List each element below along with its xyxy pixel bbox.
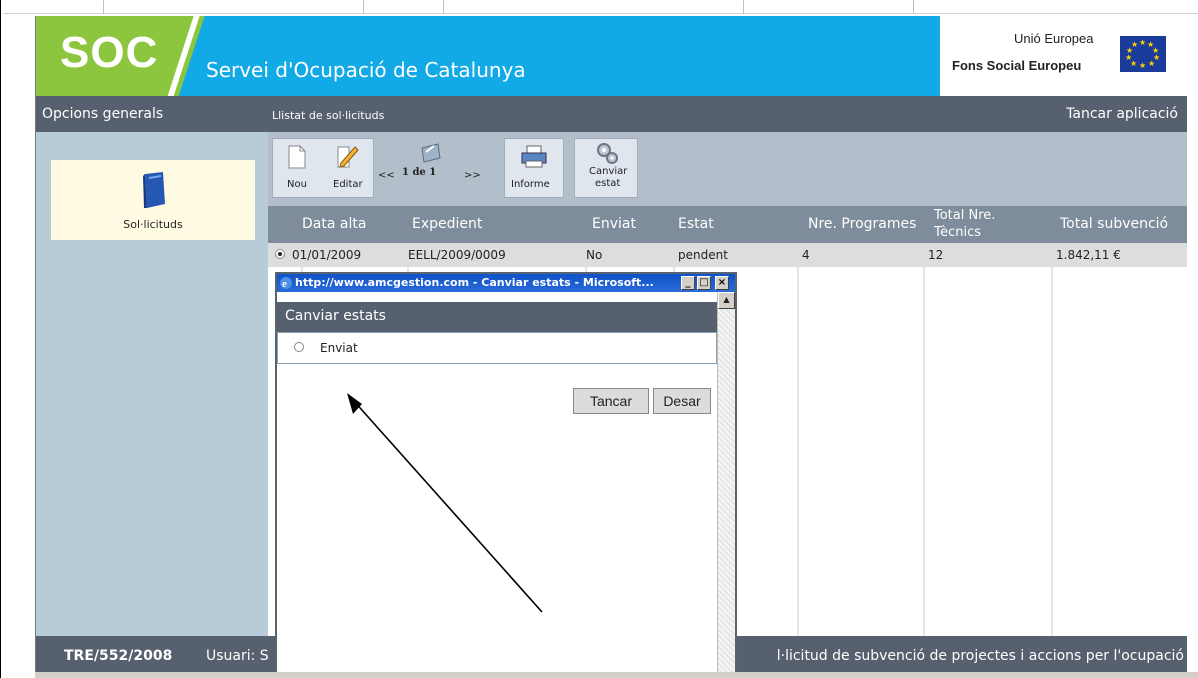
enviat-label: Enviat [320,341,358,355]
popup-heading-bar: Canviar estats [277,302,717,332]
change-state-label-2: estat [595,178,621,189]
header-banner: SOC Servei d'Ocupació de Catalunya Unió … [36,16,1187,106]
close-window-button[interactable]: × [715,276,729,290]
edit-button-label: Editar [333,179,363,190]
scroll-up-arrow-icon[interactable]: ▲ [718,292,735,309]
header-total-subvencio[interactable]: Total subvenció [1060,216,1168,232]
gears-icon [597,143,618,164]
change-state-button[interactable]: Canviar estat [574,138,638,198]
row-select-radio[interactable] [275,249,285,259]
procedure-description: l·licitud de subvenció de projectes i ac… [776,648,1184,664]
new-button[interactable]: Nou [275,139,319,197]
previous-page-button[interactable]: << [378,170,395,181]
cell-nre-programes: 4 [802,248,810,262]
screen-frame: SOC Servei d'Ocupació de Catalunya Unió … [0,0,1198,678]
state-option[interactable]: Enviat [277,332,717,364]
book-icon [143,172,165,208]
tancar-button[interactable]: Tancar [573,388,649,414]
report-button[interactable]: Informe [504,138,564,198]
header-estat[interactable]: Estat [678,216,714,232]
close-application-link[interactable]: Tancar aplicació [1066,106,1178,122]
main-navbar: Opcions generals Llistat de sol·licituds… [36,96,1187,132]
popup-title: http://www.amcgestion.com - Canviar esta… [295,276,654,289]
fund-name: Fons Social Europeu [952,58,1082,73]
popup-scrollbar[interactable]: ▲ [717,292,735,676]
edit-button[interactable]: Editar [323,139,371,197]
cell-total-tecnics: 12 [928,248,944,262]
sidebar-item-solicituds[interactable]: Sol·licituds [51,160,255,240]
svg-text:e: e [282,278,287,290]
table-row[interactable]: 01/01/2009 EELL/2009/0009 No pendent 4 1… [268,243,1187,267]
table-header: Data alta Expedient Enviat Estat Nre. Pr… [268,206,1187,243]
report-button-label: Informe [511,179,550,190]
general-options-link[interactable]: Opcions generals [42,106,163,122]
header-total-tecnics-1[interactable]: Total Nre. [934,208,995,223]
organization-name: Servei d'Ocupació de Catalunya [206,58,526,82]
cell-data-alta: 01/01/2009 [292,248,362,262]
browser-top-strip [3,0,1198,14]
section-title: Llistat de sol·licituds [272,109,385,122]
header-total-tecnics-2: Tècnics [934,225,982,240]
header-enviat[interactable]: Enviat [592,216,636,232]
cell-expedient: EELL/2009/0009 [408,248,506,262]
user-label: Usuari: S [206,648,269,664]
taskbar [35,672,1198,678]
maximize-button[interactable]: □ [697,276,711,290]
header-nre-programes[interactable]: Nre. Programes [808,216,916,232]
cell-total-subvencio: 1.842,11 € [1056,248,1121,262]
change-states-popup: e http://www.amcgestion.com - Canviar es… [275,272,737,678]
cell-estat: pendent [678,248,728,262]
eu-flag-icon: ★ ★ ★ ★ ★ ★ ★ ★ ★ ★ [1120,36,1166,72]
change-state-label-1: Canviar [589,166,628,177]
header-data-alta[interactable]: Data alta [302,216,366,232]
eu-name: Unió Europea [1014,31,1094,46]
printer-icon [521,145,547,168]
soc-logo: SOC [60,28,159,77]
ie-icon: e [280,277,292,290]
edit-pencil-icon [337,146,359,168]
enviat-radio[interactable] [294,342,304,352]
minimize-button[interactable]: _ [681,276,695,290]
cell-enviat: No [586,248,603,262]
next-page-button[interactable]: >> [464,170,481,181]
header-expedient[interactable]: Expedient [412,216,482,232]
popup-content: Canviar estats Enviat Tancar Desar [277,292,717,676]
sidebar: Sol·licituds [36,132,268,636]
new-document-icon [288,145,306,169]
toolbar: Nou Editar << 1 de 1 >> Informe Canviar … [268,132,1187,206]
eu-banner: Unió Europea Fons Social Europeu ★ ★ ★ ★ ★ ★… [940,16,1187,96]
popup-heading: Canviar estats [285,308,386,324]
pages-icon [421,143,441,163]
sidebar-item-label: Sol·licituds [123,218,183,231]
file-code: TRE/552/2008 [64,648,173,664]
desar-button[interactable]: Desar [653,388,711,414]
toolbar-group-edit: Nou Editar [272,138,374,198]
page-indicator: 1 de 1 [402,167,437,178]
popup-titlebar[interactable]: e http://www.amcgestion.com - Canviar es… [277,274,735,292]
pagination: << 1 de 1 >> [376,138,494,198]
new-button-label: Nou [287,179,307,190]
